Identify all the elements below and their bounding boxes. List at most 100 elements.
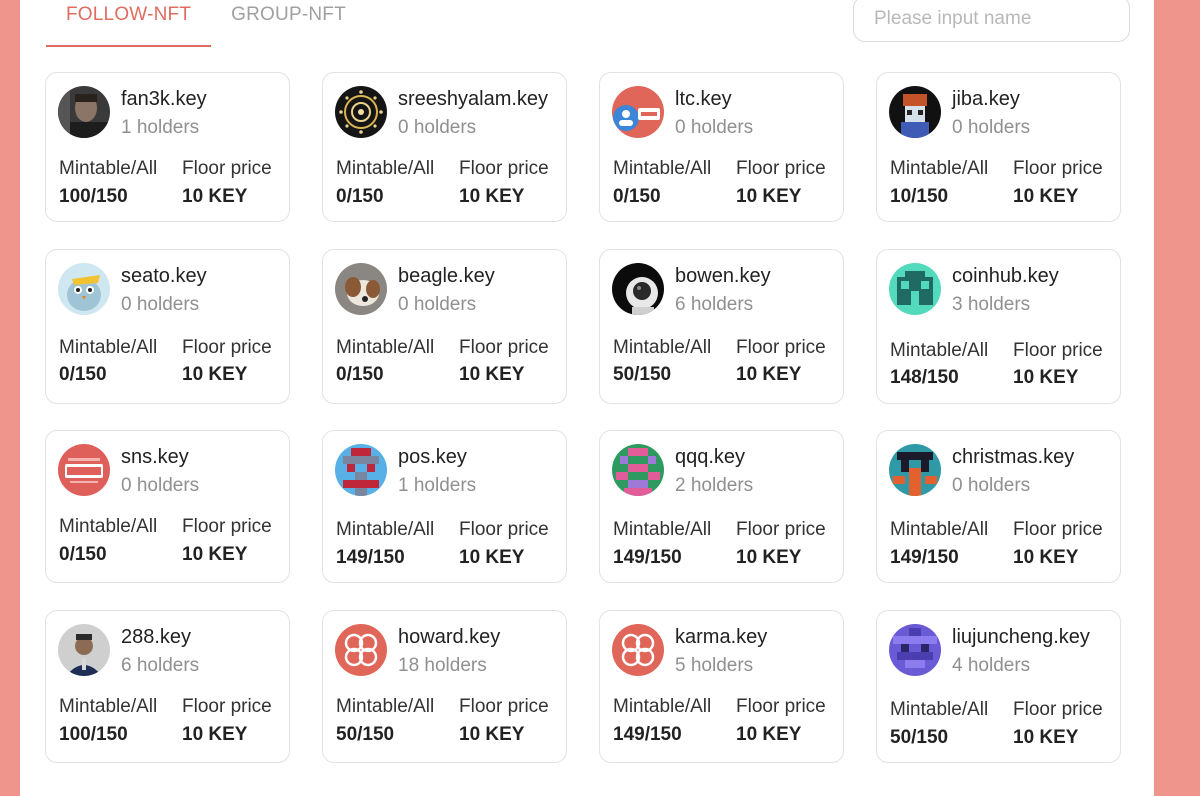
- nft-avatar: [612, 86, 664, 138]
- mintable-label: Mintable/All: [613, 696, 712, 717]
- nft-card[interactable]: ltc.key 0 holders Mintable/All Floor pri…: [599, 72, 844, 222]
- nft-name: beagle.key: [398, 265, 495, 287]
- nft-card[interactable]: coinhub.key 3 holders Mintable/All Floor…: [876, 249, 1121, 404]
- mintable-label: Mintable/All: [613, 158, 712, 179]
- floor-price-value: 10 KEY: [459, 364, 525, 385]
- mintable-value: 50/150: [336, 724, 395, 745]
- nft-holders: 6 holders: [121, 655, 200, 676]
- floor-price-value: 10 KEY: [182, 724, 248, 745]
- nft-holders: 0 holders: [398, 294, 477, 315]
- mintable-value: 50/150: [613, 364, 672, 385]
- tab-group-nft[interactable]: GROUP-NFT: [211, 0, 366, 47]
- nft-name: sreeshyalam.key: [398, 88, 549, 110]
- nft-name: seato.key: [121, 265, 207, 287]
- nft-name: jiba.key: [952, 88, 1020, 110]
- nft-holders: 2 holders: [675, 475, 754, 496]
- floor-price-value: 10 KEY: [459, 724, 525, 745]
- nft-card[interactable]: liujuncheng.key 4 holders Mintable/All F…: [876, 610, 1121, 763]
- floor-price-label: Floor price: [736, 337, 826, 358]
- floor-price-label: Floor price: [736, 519, 826, 540]
- nft-card[interactable]: 288.key 6 holders Mintable/All Floor pri…: [45, 610, 290, 763]
- mintable-label: Mintable/All: [613, 337, 712, 358]
- floor-price-label: Floor price: [459, 519, 549, 540]
- floor-price-value: 10 KEY: [1013, 547, 1079, 568]
- nft-name: pos.key: [398, 446, 467, 468]
- floor-price-value: 10 KEY: [736, 724, 802, 745]
- mintable-value: 0/150: [336, 186, 384, 207]
- nft-avatar: [612, 263, 664, 315]
- floor-price-label: Floor price: [459, 696, 549, 717]
- floor-price-label: Floor price: [736, 158, 826, 179]
- tab-follow-nft[interactable]: FOLLOW-NFT: [46, 0, 212, 47]
- nft-holders: 1 holders: [121, 117, 200, 138]
- nft-holders: 0 holders: [952, 117, 1031, 138]
- mintable-label: Mintable/All: [890, 699, 989, 720]
- nft-name: fan3k.key: [121, 88, 207, 110]
- floor-price-value: 10 KEY: [736, 364, 802, 385]
- nft-holders: 0 holders: [398, 117, 477, 138]
- nft-card[interactable]: sns.key 0 holders Mintable/All Floor pri…: [45, 430, 290, 583]
- search-input[interactable]: [874, 8, 1119, 30]
- nft-card[interactable]: seato.key 0 holders Mintable/All Floor p…: [45, 249, 290, 404]
- floor-price-value: 10 KEY: [1013, 367, 1079, 388]
- floor-price-label: Floor price: [459, 337, 549, 358]
- floor-price-value: 10 KEY: [736, 186, 802, 207]
- floor-price-value: 10 KEY: [1013, 727, 1079, 748]
- mintable-value: 0/150: [59, 364, 107, 385]
- nft-card[interactable]: jiba.key 0 holders Mintable/All Floor pr…: [876, 72, 1121, 222]
- nft-holders: 4 holders: [952, 655, 1031, 676]
- nft-name: liujuncheng.key: [952, 626, 1090, 648]
- nft-name: karma.key: [675, 626, 768, 648]
- floor-price-value: 10 KEY: [182, 186, 248, 207]
- nft-holders: 1 holders: [398, 475, 477, 496]
- floor-price-value: 10 KEY: [736, 547, 802, 568]
- floor-price-label: Floor price: [1013, 699, 1103, 720]
- nft-avatar: [58, 263, 110, 315]
- mintable-value: 100/150: [59, 186, 128, 207]
- floor-price-value: 10 KEY: [459, 186, 525, 207]
- nft-card[interactable]: beagle.key 0 holders Mintable/All Floor …: [322, 249, 567, 404]
- nft-name: 288.key: [121, 626, 192, 648]
- mintable-value: 0/150: [59, 544, 107, 565]
- floor-price-value: 10 KEY: [1013, 186, 1079, 207]
- floor-price-value: 10 KEY: [182, 544, 248, 565]
- nft-avatar: [58, 444, 110, 496]
- nft-name: sns.key: [121, 446, 189, 468]
- floor-price-label: Floor price: [1013, 519, 1103, 540]
- nft-avatar: [58, 86, 110, 138]
- floor-price-label: Floor price: [182, 158, 272, 179]
- mintable-value: 10/150: [890, 186, 949, 207]
- nft-card[interactable]: fan3k.key 1 holders Mintable/All Floor p…: [45, 72, 290, 222]
- nft-holders: 3 holders: [952, 294, 1031, 315]
- mintable-label: Mintable/All: [59, 516, 158, 537]
- nft-avatar: [889, 263, 941, 315]
- nft-card[interactable]: pos.key 1 holders Mintable/All Floor pri…: [322, 430, 567, 583]
- nft-card[interactable]: christmas.key 0 holders Mintable/All Flo…: [876, 430, 1121, 583]
- nft-avatar: [889, 86, 941, 138]
- mintable-label: Mintable/All: [336, 696, 435, 717]
- nft-card[interactable]: bowen.key 6 holders Mintable/All Floor p…: [599, 249, 844, 404]
- mintable-label: Mintable/All: [890, 519, 989, 540]
- nft-card[interactable]: karma.key 5 holders Mintable/All Floor p…: [599, 610, 844, 763]
- floor-price-label: Floor price: [736, 696, 826, 717]
- floor-price-label: Floor price: [182, 516, 272, 537]
- main-panel: FOLLOW-NFT GROUP-NFT fan3k.key 1 holders…: [20, 0, 1154, 796]
- floor-price-value: 10 KEY: [459, 547, 525, 568]
- nft-name: coinhub.key: [952, 265, 1059, 287]
- nft-avatar: [889, 624, 941, 676]
- nft-card[interactable]: howard.key 18 holders Mintable/All Floor…: [322, 610, 567, 763]
- search-box: [853, 0, 1130, 42]
- floor-price-value: 10 KEY: [182, 364, 248, 385]
- mintable-value: 148/150: [890, 367, 959, 388]
- mintable-label: Mintable/All: [336, 519, 435, 540]
- mintable-value: 149/150: [336, 547, 405, 568]
- nft-holders: 5 holders: [675, 655, 754, 676]
- nft-holders: 6 holders: [675, 294, 754, 315]
- mintable-value: 100/150: [59, 724, 128, 745]
- nft-card[interactable]: qqq.key 2 holders Mintable/All Floor pri…: [599, 430, 844, 583]
- mintable-value: 149/150: [613, 724, 682, 745]
- mintable-label: Mintable/All: [59, 696, 158, 717]
- nft-holders: 18 holders: [398, 655, 487, 676]
- nft-avatar: [58, 624, 110, 676]
- nft-card[interactable]: sreeshyalam.key 0 holders Mintable/All F…: [322, 72, 567, 222]
